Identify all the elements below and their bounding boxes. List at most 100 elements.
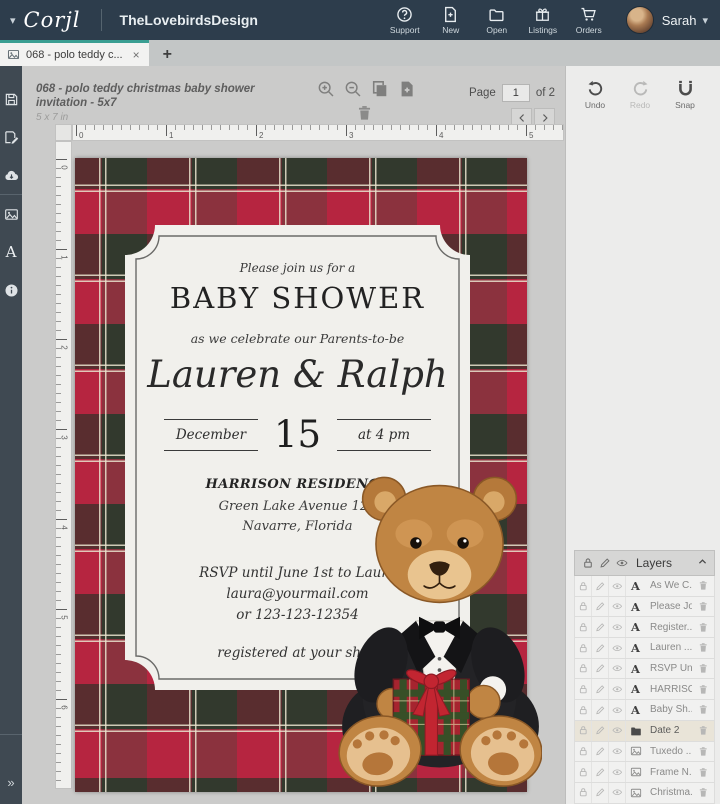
collapse-layers-icon[interactable]: [697, 554, 708, 572]
page-number-input[interactable]: [502, 84, 530, 102]
visibility-icon[interactable]: [609, 576, 626, 596]
visibility-icon[interactable]: [609, 762, 626, 782]
lock-all-icon[interactable]: [579, 557, 596, 569]
zoom-in-button[interactable]: [317, 80, 335, 98]
layer-row-frame[interactable]: Frame N...: [574, 762, 715, 783]
open-label: Open: [486, 25, 507, 35]
lock-icon[interactable]: [575, 679, 592, 699]
delete-layer-icon[interactable]: [692, 580, 714, 591]
edit-icon[interactable]: [592, 638, 609, 658]
new-button[interactable]: New: [428, 6, 474, 35]
save-as-button[interactable]: [0, 118, 22, 156]
redo-button[interactable]: Redo: [625, 80, 655, 110]
delete-layer-icon[interactable]: [692, 767, 714, 778]
lock-icon[interactable]: [575, 721, 592, 741]
undo-button[interactable]: Undo: [580, 80, 610, 110]
layer-row-date-2[interactable]: Date 2: [574, 721, 715, 742]
user-menu-chevron-icon[interactable]: ▾: [702, 14, 708, 27]
edit-icon[interactable]: [592, 576, 609, 596]
edit-icon[interactable]: [592, 659, 609, 679]
layer-row-lauren[interactable]: A Lauren ...: [574, 638, 715, 659]
visibility-icon[interactable]: [609, 638, 626, 658]
edit-icon[interactable]: [592, 783, 609, 803]
corjl-logo[interactable]: Corjl: [24, 8, 81, 32]
lock-icon[interactable]: [575, 638, 592, 658]
delete-layer-icon[interactable]: [692, 622, 714, 633]
layer-row-as-we-celebrate[interactable]: A As We C...: [574, 576, 715, 597]
visibility-icon[interactable]: [609, 783, 626, 803]
open-button[interactable]: Open: [474, 6, 520, 35]
invitation-month-text[interactable]: December: [164, 419, 258, 451]
app-menu-chevron-icon[interactable]: ▾: [10, 14, 16, 27]
snap-button[interactable]: Snap: [670, 80, 700, 110]
add-image-button[interactable]: [0, 195, 22, 233]
edit-icon[interactable]: [592, 597, 609, 617]
lock-icon[interactable]: [575, 700, 592, 720]
layer-row-rsvp[interactable]: A RSVP Un...: [574, 659, 715, 680]
text-layer-icon: A: [626, 703, 645, 717]
visibility-icon[interactable]: [609, 721, 626, 741]
layer-row-tuxedo[interactable]: Tuxedo ...: [574, 742, 715, 763]
delete-layer-icon[interactable]: [692, 704, 714, 715]
delete-layer-icon[interactable]: [692, 725, 714, 736]
lock-icon[interactable]: [575, 617, 592, 637]
invitation-date-block[interactable]: December 15 at 4 pm: [125, 413, 470, 456]
tab-active-document[interactable]: 068 - polo teddy c... ×: [0, 40, 149, 66]
invitation-time-text[interactable]: at 4 pm: [337, 419, 431, 451]
download-button[interactable]: [0, 156, 22, 194]
invitation-intro-text[interactable]: Please join us for a: [125, 261, 470, 275]
layers-panel-header[interactable]: Layers: [574, 550, 715, 576]
add-text-button[interactable]: A: [0, 233, 22, 271]
visibility-icon[interactable]: [609, 700, 626, 720]
delete-layer-icon[interactable]: [692, 787, 714, 798]
layer-row-harrison[interactable]: A HARRISO...: [574, 679, 715, 700]
visibility-icon[interactable]: [609, 617, 626, 637]
delete-layer-icon[interactable]: [692, 642, 714, 653]
visibility-icon[interactable]: [609, 597, 626, 617]
visibility-icon[interactable]: [609, 742, 626, 762]
layer-row-please-join[interactable]: A Please Jo...: [574, 597, 715, 618]
save-button[interactable]: [0, 80, 22, 118]
delete-layer-icon[interactable]: [692, 746, 714, 757]
edit-all-icon[interactable]: [596, 557, 613, 569]
expand-sidebar-button[interactable]: »: [7, 775, 14, 790]
lock-icon[interactable]: [575, 659, 592, 679]
visibility-all-icon[interactable]: [613, 557, 630, 569]
edit-icon[interactable]: [592, 721, 609, 741]
edit-icon[interactable]: [592, 762, 609, 782]
orders-button[interactable]: Orders: [566, 6, 612, 35]
avatar[interactable]: [626, 6, 654, 34]
support-button[interactable]: Support: [382, 6, 428, 35]
delete-layer-icon[interactable]: [692, 601, 714, 612]
tab-close-icon[interactable]: ×: [133, 48, 140, 62]
lock-icon[interactable]: [575, 783, 592, 803]
invitation-names-text[interactable]: Lauren & Ralph: [125, 353, 470, 396]
delete-page-button[interactable]: [356, 104, 373, 122]
delete-layer-icon[interactable]: [692, 663, 714, 674]
visibility-icon[interactable]: [609, 659, 626, 679]
edit-icon[interactable]: [592, 742, 609, 762]
layer-row-registered[interactable]: A Register...: [574, 617, 715, 638]
teddy-bear-illustration[interactable]: [337, 460, 542, 792]
invitation-day-text[interactable]: 15: [272, 413, 323, 456]
lock-icon[interactable]: [575, 762, 592, 782]
invitation-subtitle-text[interactable]: as we celebrate our Parents-to-be: [125, 331, 470, 346]
design-page-plaid-background[interactable]: Please join us for a BABY SHOWER as we c…: [75, 158, 527, 792]
edit-icon[interactable]: [592, 617, 609, 637]
zoom-out-button[interactable]: [344, 80, 362, 98]
invitation-title-text[interactable]: BABY SHOWER: [125, 281, 470, 315]
info-button[interactable]: [0, 271, 22, 309]
lock-icon[interactable]: [575, 576, 592, 596]
layer-row-baby-shower[interactable]: A Baby Sh...: [574, 700, 715, 721]
edit-icon[interactable]: [592, 679, 609, 699]
new-tab-button[interactable]: +: [163, 46, 172, 66]
duplicate-page-button[interactable]: [371, 80, 389, 98]
lock-icon[interactable]: [575, 597, 592, 617]
edit-icon[interactable]: [592, 700, 609, 720]
delete-layer-icon[interactable]: [692, 684, 714, 695]
listings-button[interactable]: Listings: [520, 6, 566, 35]
add-page-button[interactable]: [398, 80, 416, 98]
layer-row-christmas[interactable]: Christma...: [574, 783, 715, 804]
lock-icon[interactable]: [575, 742, 592, 762]
visibility-icon[interactable]: [609, 679, 626, 699]
